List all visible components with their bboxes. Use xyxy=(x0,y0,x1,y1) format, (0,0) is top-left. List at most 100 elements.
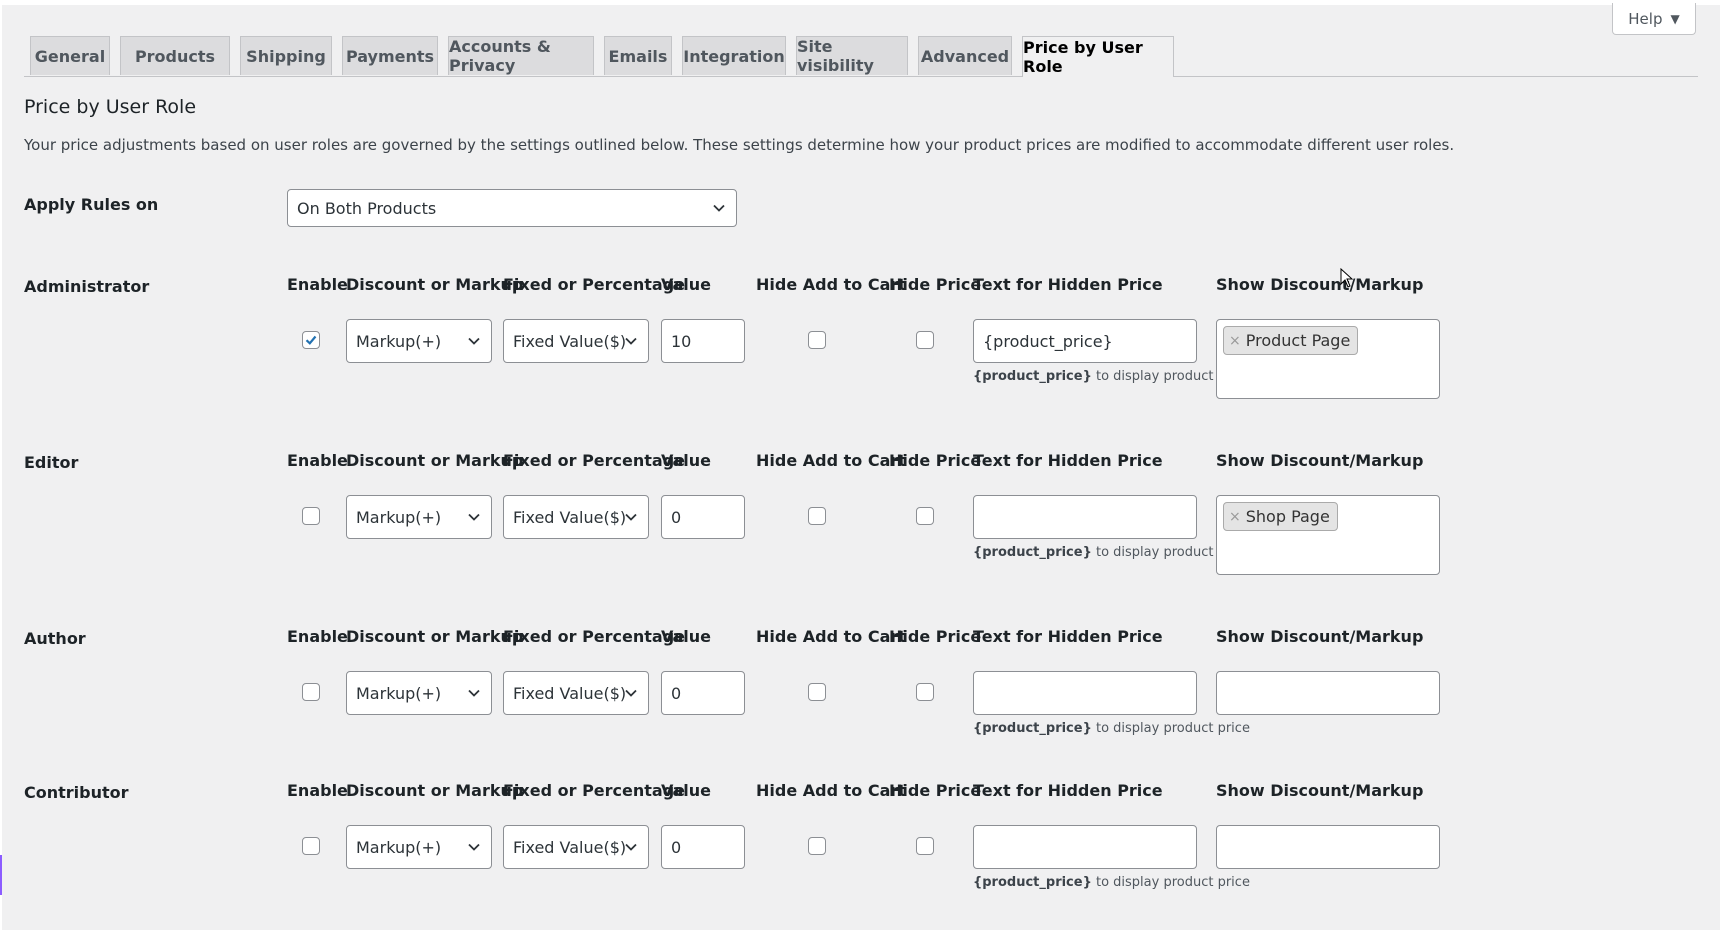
enable-checkbox[interactable] xyxy=(302,837,320,855)
hidden-price-text-input[interactable] xyxy=(973,671,1197,715)
discount-markup-value: Markup(+) xyxy=(356,507,442,527)
column-header-hide-cart: Hide Add to Cart xyxy=(756,781,906,800)
show-discount-markup-select[interactable] xyxy=(1216,825,1440,869)
column-header-hide-price: Hide Price xyxy=(889,781,982,800)
selected-tag: × Product Page xyxy=(1223,326,1359,355)
column-header-fixed: Fixed or Percentage xyxy=(503,275,686,294)
hidden-price-text-input[interactable] xyxy=(973,495,1197,539)
column-header-hidden-text: Text for Hidden Price xyxy=(973,451,1163,470)
fixed-percentage-select[interactable]: Fixed Value($) xyxy=(503,825,649,869)
hidden-price-text-input[interactable] xyxy=(973,825,1197,869)
remove-tag-icon[interactable]: × xyxy=(1229,333,1241,349)
tab-advanced[interactable]: Advanced xyxy=(918,36,1012,75)
hidden-price-hint: {product_price} to display product price xyxy=(973,721,1250,736)
fixed-percentage-select[interactable]: Fixed Value($) xyxy=(503,495,649,539)
hidden-price-text-input[interactable]: {product_price} xyxy=(973,319,1197,363)
caret-down-icon: ▼ xyxy=(1670,11,1680,26)
column-header-value: Value xyxy=(661,275,712,294)
mouse-cursor-icon xyxy=(1340,267,1354,292)
hint-token: {product_price} xyxy=(973,545,1092,560)
chevron-down-icon xyxy=(467,510,481,524)
discount-markup-select[interactable]: Markup(+) xyxy=(346,671,492,715)
tab-shipping[interactable]: Shipping xyxy=(240,36,332,75)
fixed-percentage-select[interactable]: Fixed Value($) xyxy=(503,671,649,715)
tab-integration[interactable]: Integration xyxy=(682,36,786,75)
chevron-down-icon xyxy=(712,201,726,215)
hint-token: {product_price} xyxy=(973,369,1092,384)
hide-add-to-cart-checkbox[interactable] xyxy=(808,507,826,525)
enable-checkbox[interactable] xyxy=(302,507,320,525)
hidden-price-hint: {product_price} to display product price xyxy=(973,875,1250,890)
hidden-price-text: {product_price} xyxy=(983,331,1113,351)
tag-label: Product Page xyxy=(1245,331,1351,350)
column-header-hidden-text: Text for Hidden Price xyxy=(973,275,1163,294)
discount-markup-select[interactable]: Markup(+) xyxy=(346,825,492,869)
tab-products[interactable]: Products xyxy=(120,36,230,75)
fixed-percentage-value: Fixed Value($) xyxy=(513,683,627,703)
tab-payments[interactable]: Payments xyxy=(342,36,438,75)
hint-text: to display product price xyxy=(1091,721,1250,736)
role-label: Author xyxy=(24,629,86,648)
discount-markup-select[interactable]: Markup(+) xyxy=(346,319,492,363)
tab-emails[interactable]: Emails xyxy=(604,36,672,75)
tab-price-by-user-role[interactable]: Price by User Role xyxy=(1022,36,1174,77)
column-header-enable: Enable xyxy=(287,275,348,294)
tab-label: Products xyxy=(134,46,216,66)
column-header-show-discount: Show Discount/Markup xyxy=(1216,627,1424,646)
hide-add-to-cart-checkbox[interactable] xyxy=(808,331,826,349)
role-label: Contributor xyxy=(24,783,129,802)
help-button[interactable]: Help ▼ xyxy=(1612,3,1696,35)
column-header-fixed: Fixed or Percentage xyxy=(503,451,686,470)
hide-add-to-cart-checkbox[interactable] xyxy=(808,683,826,701)
value-input[interactable]: 10 xyxy=(661,319,745,363)
hint-text: to display product price xyxy=(1091,875,1250,890)
hide-price-checkbox[interactable] xyxy=(916,507,934,525)
chevron-down-icon xyxy=(467,334,481,348)
hide-price-checkbox[interactable] xyxy=(916,837,934,855)
page-title: Price by User Role xyxy=(24,96,197,118)
column-header-discount: Discount or Markup xyxy=(346,451,524,470)
column-header-hide-price: Hide Price xyxy=(889,451,982,470)
apply-rules-value: On Both Products xyxy=(297,198,437,218)
fixed-percentage-select[interactable]: Fixed Value($) xyxy=(503,319,649,363)
chevron-down-icon xyxy=(467,686,481,700)
role-label: Administrator xyxy=(24,277,150,296)
hint-token: {product_price} xyxy=(973,721,1092,736)
tab-label: Advanced xyxy=(920,46,1010,66)
enable-checkbox[interactable] xyxy=(302,331,320,349)
top-strip xyxy=(0,0,1720,5)
chevron-down-icon xyxy=(467,840,481,854)
remove-tag-icon[interactable]: × xyxy=(1229,509,1241,525)
column-header-hide-cart: Hide Add to Cart xyxy=(756,627,906,646)
tab-accounts-privacy[interactable]: Accounts & Privacy xyxy=(448,36,594,75)
discount-markup-select[interactable]: Markup(+) xyxy=(346,495,492,539)
tab-label: Price by User Role xyxy=(1023,38,1143,76)
value-text: 0 xyxy=(671,507,682,527)
tab-site-visibility[interactable]: Site visibility xyxy=(796,36,908,75)
tab-label: Site visibility xyxy=(797,37,874,75)
column-header-discount: Discount or Markup xyxy=(346,275,524,294)
enable-checkbox[interactable] xyxy=(302,683,320,701)
column-header-hide-cart: Hide Add to Cart xyxy=(756,451,906,470)
column-header-show-discount: Show Discount/Markup xyxy=(1216,275,1424,294)
discount-markup-value: Markup(+) xyxy=(356,331,442,351)
hide-price-checkbox[interactable] xyxy=(916,683,934,701)
apply-rules-select[interactable]: On Both Products xyxy=(287,189,737,227)
column-header-enable: Enable xyxy=(287,451,348,470)
tab-general[interactable]: General xyxy=(30,36,110,75)
value-text: 0 xyxy=(671,837,682,857)
discount-markup-value: Markup(+) xyxy=(356,683,442,703)
selected-tag: × Shop Page xyxy=(1223,502,1338,531)
show-discount-markup-select[interactable]: × Product Page xyxy=(1216,319,1440,399)
value-input[interactable]: 0 xyxy=(661,825,745,869)
value-input[interactable]: 0 xyxy=(661,671,745,715)
hidden-price-hint: {product_price} to display product price xyxy=(973,369,1250,384)
help-label: Help xyxy=(1628,9,1663,28)
tab-label: Shipping xyxy=(246,46,326,66)
value-input[interactable]: 0 xyxy=(661,495,745,539)
hide-price-checkbox[interactable] xyxy=(916,331,934,349)
column-header-hidden-text: Text for Hidden Price xyxy=(973,627,1163,646)
hide-add-to-cart-checkbox[interactable] xyxy=(808,837,826,855)
show-discount-markup-select[interactable] xyxy=(1216,671,1440,715)
show-discount-markup-select[interactable]: × Shop Page xyxy=(1216,495,1440,575)
